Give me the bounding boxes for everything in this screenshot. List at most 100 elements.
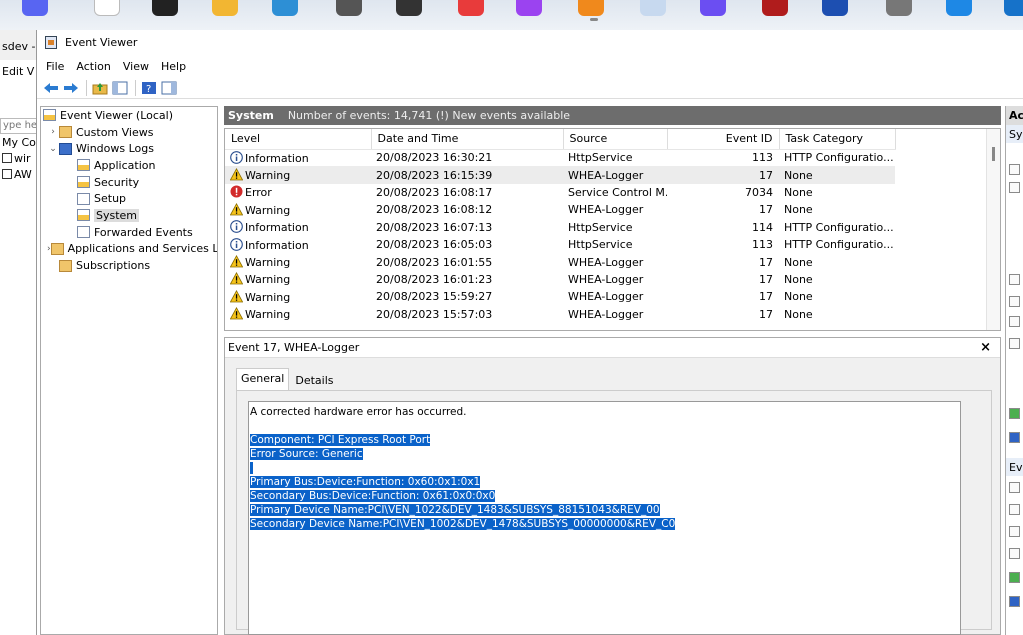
event-row[interactable]: Information 20/08/2023 16:07:13 HttpServic… xyxy=(225,219,895,236)
event-row[interactable]: Warning 20/08/2023 16:08:12 WHEA-Logger 17 N… xyxy=(225,201,895,218)
event-properties-icon[interactable] xyxy=(1009,482,1020,493)
help-icon[interactable] xyxy=(1009,596,1020,607)
menu-action[interactable]: Action xyxy=(76,60,110,73)
column-header-date-time[interactable]: Date and Time xyxy=(371,129,564,150)
tree-item-applications-and-services-lo[interactable]: › Applications and Services Lo xyxy=(41,241,217,258)
tree-item-custom-views[interactable]: › Custom Views xyxy=(41,124,217,141)
event-row[interactable]: Warning 20/08/2023 16:01:55 WHEA-Logger 17 N… xyxy=(225,253,895,270)
file-explorer-icon[interactable] xyxy=(212,0,238,16)
save-selected-icon[interactable] xyxy=(1009,548,1020,559)
event-row[interactable]: Information 20/08/2023 16:30:21 HttpServic… xyxy=(225,149,895,166)
properties-icon[interactable] xyxy=(1009,296,1020,307)
tab-details[interactable]: Details xyxy=(290,370,339,390)
tree-item-security[interactable]: Security xyxy=(41,174,217,191)
column-header-event-id[interactable]: Event ID xyxy=(667,129,780,150)
event-source: WHEA-Logger xyxy=(563,166,667,184)
actions-section-event[interactable]: Ev xyxy=(1006,458,1023,476)
dark-red-app-icon[interactable] xyxy=(762,0,788,16)
event-row[interactable]: Warning 20/08/2023 16:15:39 WHEA-Logger 17 N… xyxy=(225,166,895,184)
detail-title-bar: Event 17, WHEA-Logger × xyxy=(225,338,1000,358)
menu-view[interactable]: View xyxy=(123,60,149,73)
event-list[interactable]: Level Date and Time Source Event ID Task… xyxy=(224,128,1001,331)
settings-icon[interactable] xyxy=(886,0,912,16)
event-date-time: 20/08/2023 16:08:17 xyxy=(376,185,493,199)
event-source: HttpService xyxy=(568,220,633,234)
browser-icon[interactable] xyxy=(700,0,726,16)
scrollbar-thumb[interactable] xyxy=(992,147,995,161)
tree-item-event-viewer-local[interactable]: Event Viewer (Local) xyxy=(41,107,217,124)
open-log-icon[interactable] xyxy=(1009,164,1020,175)
folder-icon xyxy=(59,259,72,272)
tab-general[interactable]: General xyxy=(236,368,290,390)
event-count-info[interactable]: Number of events: 14,741 (!) New events … xyxy=(288,109,570,122)
window-app-icon[interactable] xyxy=(640,0,666,16)
save-icon[interactable] xyxy=(1009,338,1020,349)
event-row[interactable]: Warning 20/08/2023 15:57:03 WHEA-Logger 17 N… xyxy=(225,306,895,323)
title-bar[interactable]: Event Viewer xyxy=(37,30,1023,55)
event-row[interactable]: Warning 20/08/2023 15:59:27 WHEA-Logger 17 N… xyxy=(225,288,895,305)
find-icon[interactable] xyxy=(1009,316,1020,327)
event-row[interactable]: Warning 20/08/2023 16:01:23 WHEA-Logger 17 N… xyxy=(225,271,895,288)
background-list-item[interactable]: AW xyxy=(0,166,39,182)
collapse-arrow-icon[interactable]: ⌄ xyxy=(47,144,59,154)
close-icon[interactable]: × xyxy=(980,340,991,355)
store-icon[interactable] xyxy=(822,0,848,16)
general-tab-panel: A corrected hardware error has occurred.… xyxy=(236,390,992,635)
column-header-source[interactable]: Source xyxy=(563,129,668,150)
up-folder-icon[interactable] xyxy=(91,79,109,97)
filter-log-icon[interactable] xyxy=(1009,274,1020,285)
menu-file[interactable]: File xyxy=(46,60,64,73)
tree-item-label: System xyxy=(94,208,140,222)
back-arrow-icon[interactable] xyxy=(42,79,60,97)
background-window-menu[interactable]: Edit V xyxy=(0,60,39,84)
show-hide-action-pane-icon[interactable] xyxy=(160,79,178,97)
column-header-level[interactable]: Level xyxy=(225,129,372,150)
column-header-task-category[interactable]: Task Category xyxy=(779,129,896,150)
event-row[interactable]: Error 20/08/2023 16:08:17 Service Control … xyxy=(225,184,895,201)
event-viewer-window: Event Viewer File Action View Help ? Eve… xyxy=(36,30,1023,635)
actions-section-system[interactable]: Sy xyxy=(1006,125,1023,143)
event-list-scrollbar[interactable] xyxy=(986,129,1000,330)
event-row[interactable]: Information 20/08/2023 16:05:03 HttpServic… xyxy=(225,236,895,253)
blue-circle-app-icon[interactable] xyxy=(946,0,972,16)
error-icon xyxy=(230,185,243,198)
tree-item-forwarded-events[interactable]: Forwarded Events xyxy=(41,224,217,241)
game-icon[interactable] xyxy=(336,0,362,16)
background-window-title: sdev - V xyxy=(0,30,39,60)
forward-arrow-icon[interactable] xyxy=(62,79,80,97)
help-icon[interactable] xyxy=(1009,432,1020,443)
tree-item-windows-logs[interactable]: ⌄ Windows Logs xyxy=(41,140,217,157)
background-list-item[interactable]: My Co xyxy=(0,134,39,150)
tree-item-subscriptions[interactable]: Subscriptions xyxy=(41,257,217,274)
attach-task-icon[interactable] xyxy=(1009,504,1020,515)
copy-icon[interactable] xyxy=(1009,526,1020,537)
event-viewer-taskbar-icon[interactable] xyxy=(578,0,604,16)
checkbox[interactable] xyxy=(2,169,12,179)
expand-arrow-icon[interactable]: › xyxy=(47,127,59,137)
tree-item-setup[interactable]: Setup xyxy=(41,190,217,207)
warning-icon xyxy=(229,202,244,216)
event-source: HttpService xyxy=(568,238,633,252)
background-search-input[interactable]: ype her xyxy=(0,118,39,134)
help-icon[interactable]: ? xyxy=(140,79,158,97)
sticky-notes-icon[interactable] xyxy=(152,0,178,16)
red-app-icon[interactable] xyxy=(458,0,484,16)
tree-item-system[interactable]: System xyxy=(41,207,217,224)
purple-app-icon[interactable] xyxy=(516,0,542,16)
menu-help[interactable]: Help xyxy=(161,60,186,73)
notepad-icon[interactable] xyxy=(396,0,422,16)
checkbox[interactable] xyxy=(2,153,12,163)
toolbar-separator xyxy=(135,79,136,96)
tree-item-application[interactable]: Application xyxy=(41,157,217,174)
event-description-text[interactable]: A corrected hardware error has occurred.… xyxy=(248,401,961,635)
filter-icon[interactable] xyxy=(1009,182,1020,193)
refresh-icon[interactable] xyxy=(1009,572,1020,583)
background-list-item[interactable]: wir xyxy=(0,150,39,166)
refresh-icon[interactable] xyxy=(1009,408,1020,419)
blank-app-icon[interactable] xyxy=(94,0,120,16)
app-icon[interactable] xyxy=(272,0,298,16)
background-window[interactable]: sdev - V Edit V ype her My Co wir AW xyxy=(0,30,40,635)
discord-icon[interactable] xyxy=(22,0,48,16)
show-hide-tree-icon[interactable] xyxy=(111,79,129,97)
edge-icon[interactable] xyxy=(1004,0,1023,16)
